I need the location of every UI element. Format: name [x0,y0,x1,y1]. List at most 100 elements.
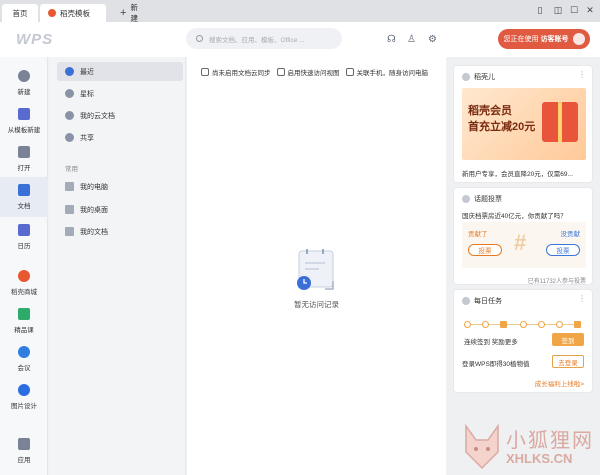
sidebar-item-calendar[interactable]: 日历 [0,217,48,257]
toolbar-label: 关联手机，随身访问电脑 [356,70,429,77]
watermark-cn: 小狐狸网 [506,430,594,452]
tasks-card-title: 每日任务 [462,296,502,306]
promo-line1: 稻壳会员 [468,105,512,117]
main-content: 尚未启用文档云同步 启用快速访问视图 关联手机，随身访问电脑 暂无访问记录 [187,57,446,475]
daily-tasks-card: 每日任务 ⋮ 连续签到 奖励更多 签到 登录WPS即得30植物值 去登录 成长福… [453,289,593,393]
right-panel: 稻壳儿 ⋮ 稻壳会员 首充立减20元 新用户专享，会员直降20元，仅需69...… [447,57,600,475]
cloud-sync-icon [201,68,209,76]
checkin-day [464,321,471,328]
user-account-button[interactable]: 您正在使用 访客账号 [498,29,590,49]
toolbar-label: 启用快速访问视图 [287,70,340,77]
maximize-icon[interactable]: ☐ [568,5,580,16]
plus-icon [18,70,30,82]
vote-button-a[interactable]: 投票 [468,244,502,256]
search-input[interactable]: 搜索文档、应用、模板、Office ... [186,28,342,49]
go-login-button[interactable]: 去登录 [552,355,584,368]
fox-logo [465,423,499,470]
login-task-text: 登录WPS即得30植物值 [462,361,530,368]
search-placeholder: 搜索文档、应用、模板、Office ... [209,36,305,44]
subnav-label: 最近 [80,68,94,76]
sidebar-item-new[interactable]: 新建 [0,63,48,103]
desktop-icon [65,205,74,214]
device-icon[interactable]: ▯ [534,5,546,16]
sidebar-label: 从模板新建 [7,127,41,134]
folder-icon [65,227,74,236]
meeting-icon [18,346,30,358]
search-icon [196,35,203,42]
document-icon [18,184,30,196]
subnav-label: 我的文档 [80,228,108,236]
promo-description[interactable]: 新用户专享，会员直降20元，仅需69... [462,168,586,178]
sidebar-item-courses[interactable]: 精品课 [0,301,48,341]
sidebar-label: 图片设计 [11,403,37,410]
headset-icon[interactable]: ☊ [386,34,397,45]
send-icon [276,68,285,76]
vote-title-text: 话题投票 [474,196,502,203]
subnav-item-my-desktop[interactable]: 我的桌面 [57,200,183,219]
plus-icon: + [120,7,127,19]
tab-new[interactable]: + 新建 [112,3,152,23]
course-icon [18,308,30,320]
daoke-icon [48,9,56,17]
vote-button-b[interactable]: 投票 [546,244,580,256]
tab-daoke-template[interactable]: 稻壳模板 [40,4,106,22]
task-icon [462,297,470,305]
link-phone-link[interactable]: 关联手机，随身访问电脑 [345,67,429,77]
share-icon [65,133,74,142]
sidebar-item-open[interactable]: 打开 [0,139,48,179]
gift-box-icon [500,321,507,328]
quick-access-link[interactable]: 启用快速访问视图 [276,67,340,77]
sign-in-button[interactable]: 签到 [552,333,584,346]
subnav-item-my-computer[interactable]: 我的电脑 [57,177,183,196]
subnav-item-starred[interactable]: 星标 [57,84,183,103]
checkin-progress [464,320,584,330]
subnav-item-cloud-docs[interactable]: 我的云文档 [57,106,183,125]
sidebar-item-meeting[interactable]: 会议 [0,339,48,379]
restore-icon[interactable]: ◫ [552,5,564,16]
document-toolbar: 尚未启用文档云同步 启用快速访问视图 关联手机，随身访问电脑 [201,67,446,77]
subnav-item-shared[interactable]: 共享 [57,128,183,147]
sidebar-label: 打开 [17,165,31,172]
checkin-day [556,321,563,328]
toolbar-label: 尚未启用文档云同步 [212,70,271,77]
document-subnav: 最近 星标 我的云文档 共享 常用 ⋮ 我的电脑 我的桌面 我的文档 [49,57,219,475]
cloud-icon [65,111,74,120]
vote-option-b: 没贡献 [560,231,581,238]
tab-home[interactable]: 首页 [2,4,38,22]
sidebar-label: 稻壳商城 [11,289,37,296]
close-icon[interactable]: ✕ [584,5,596,16]
sidebar-item-shop[interactable]: 稻壳商城 [0,263,48,303]
star-icon [65,89,74,98]
apps-icon [18,438,30,450]
image-design-icon [18,384,30,396]
watermark-en: XHLKS.CN [506,451,573,466]
common-section-label: 常用 [65,166,78,173]
more-icon[interactable]: ⋮ [578,70,586,79]
template-icon [18,108,30,120]
sidebar-label: 日历 [17,243,31,250]
sidebar-label: 新建 [17,89,31,96]
vote-card: 话题投票 国庆档票房近40亿元，你贡献了吗？ 贡献了 没贡献 # 投票 投票 已… [453,187,593,285]
promo-banner[interactable]: 稻壳会员 首充立减20元 [462,88,586,160]
wps-logo: WPS [16,31,54,48]
more-icon[interactable]: ⋮ [578,294,586,303]
growth-benefits-link[interactable]: 成长福利上线啦> [535,378,584,388]
subnav-item-recent[interactable]: 最近 [57,62,183,81]
sidebar-item-image-design[interactable]: 图片设计 [0,377,48,417]
sidebar-item-apps[interactable]: 应用 [0,431,48,471]
checkin-day [482,321,489,328]
user-btn-name: 访客账号 [540,36,569,43]
settings-icon[interactable]: ⚙ [427,34,438,45]
tasks-title-text: 每日任务 [474,298,502,305]
subnav-item-my-documents[interactable]: 我的文档 [57,222,183,241]
hash-icon: # [514,230,527,255]
promo-line2: 首充立减20元 [468,121,536,133]
sidebar-item-documents[interactable]: 文档 [0,177,48,217]
sidebar: 新建 从模板新建 打开 文档 日历 稻壳商城 精品课 会议 图片设计 应用 [0,57,48,475]
sidebar-item-from-template[interactable]: 从模板新建 [0,101,48,141]
skin-icon[interactable]: ♙ [406,34,417,45]
vote-question: 国庆档票房近40亿元，你贡献了吗？ [462,213,567,220]
subnav-label: 星标 [80,90,94,98]
checkin-day [538,321,545,328]
cloud-sync-link[interactable]: 尚未启用文档云同步 [201,67,271,77]
